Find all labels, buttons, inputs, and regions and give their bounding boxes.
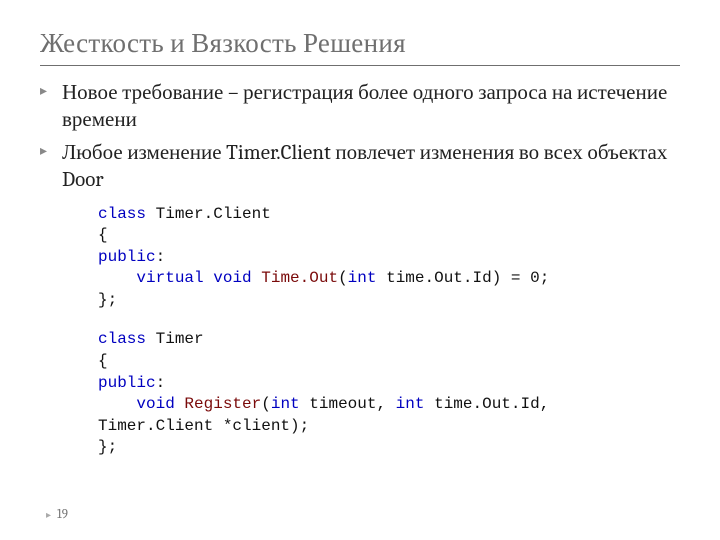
- code-text: Timer: [146, 330, 204, 348]
- keyword: int: [396, 395, 425, 413]
- keyword: class: [98, 330, 146, 348]
- code-text: (: [261, 395, 271, 413]
- code-text: :: [156, 248, 166, 266]
- code-text: [252, 269, 262, 287]
- keyword: int: [348, 269, 377, 287]
- page-number: 19: [46, 507, 68, 522]
- code-text: [98, 395, 136, 413]
- code-text: (: [338, 269, 348, 287]
- code-text: };: [98, 291, 117, 309]
- bullet-item: Новое требование – регистрация более одн…: [40, 80, 680, 134]
- code-text: {: [98, 226, 108, 244]
- code-text: [98, 269, 136, 287]
- keyword: int: [271, 395, 300, 413]
- title-rule: [40, 65, 680, 66]
- function-name: Register: [184, 395, 261, 413]
- keyword: void: [136, 395, 174, 413]
- code-text: :: [156, 374, 166, 392]
- code-text: time.Out.Id,: [424, 395, 549, 413]
- bullet-item: Любое изменение Timer.Client повлечет из…: [40, 140, 680, 194]
- code-text: {: [98, 352, 108, 370]
- keyword: void: [213, 269, 251, 287]
- keyword: virtual: [136, 269, 203, 287]
- page-title: Жесткость и Вязкость Решения: [40, 28, 680, 59]
- code-text: };: [98, 438, 117, 456]
- code-text: [175, 395, 185, 413]
- keyword: public: [98, 248, 156, 266]
- bullet-list: Новое требование – регистрация более одн…: [40, 80, 680, 194]
- code-block-timer: class Timer { public: void Register(int …: [98, 329, 680, 459]
- code-block-timer-client: class Timer.Client { public: virtual voi…: [98, 204, 680, 312]
- code-text: timeout,: [300, 395, 396, 413]
- code-text: Timer.Client: [146, 205, 271, 223]
- keyword: class: [98, 205, 146, 223]
- function-name: Time.Out: [261, 269, 338, 287]
- code-text: Timer.Client *client);: [98, 417, 309, 435]
- keyword: public: [98, 374, 156, 392]
- code-text: time.Out.Id) = 0;: [376, 269, 549, 287]
- slide: Жесткость и Вязкость Решения Новое требо…: [0, 0, 720, 540]
- code-text: [204, 269, 214, 287]
